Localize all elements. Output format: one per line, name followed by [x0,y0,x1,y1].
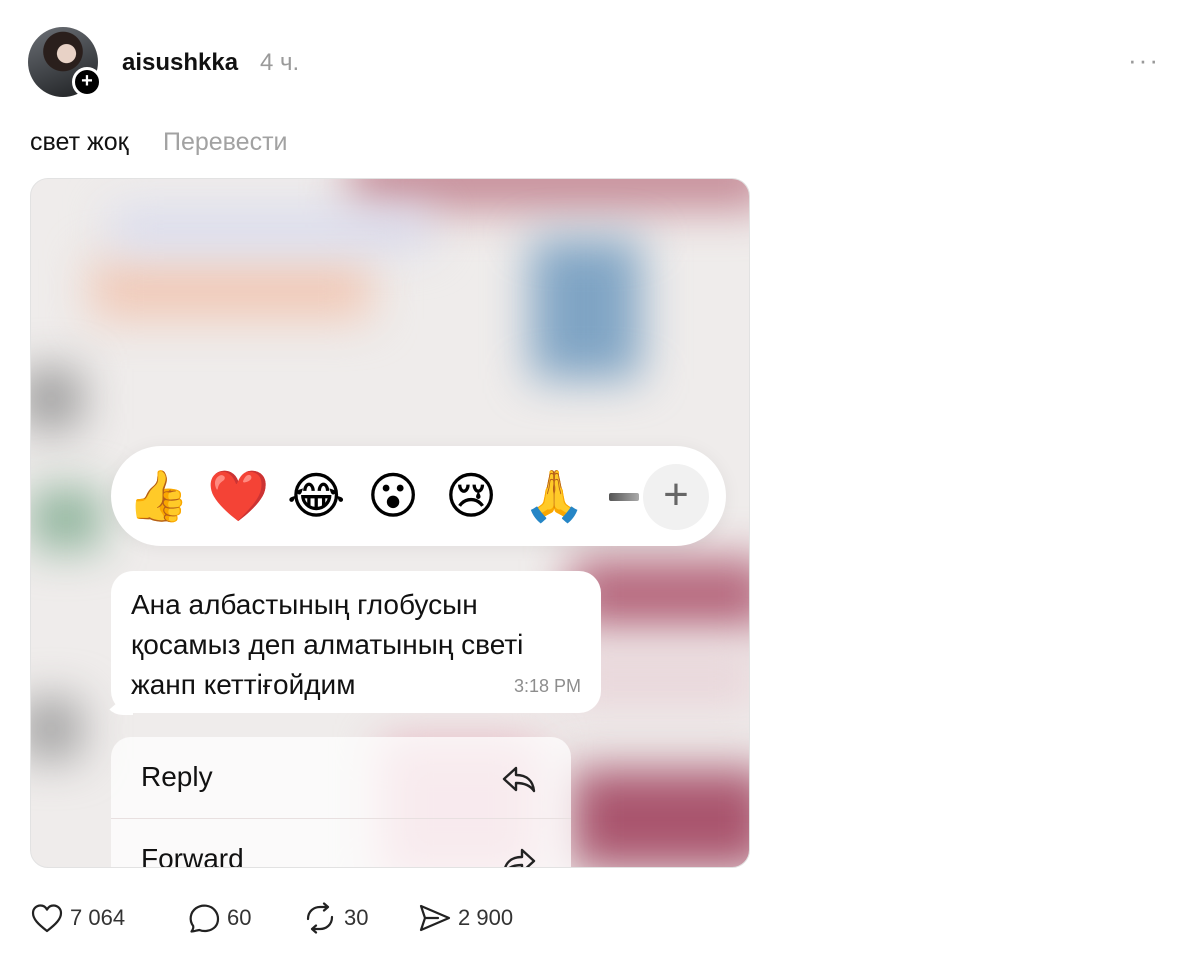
reaction-partial-emoji [609,493,639,501]
blurred-bg-shape [91,259,371,319]
share-button[interactable]: 2 900 [418,900,513,936]
follow-plus-icon[interactable]: + [72,67,102,97]
context-menu: Reply Forward [111,737,571,868]
reply-icon [502,766,536,793]
blurred-bg-shape [571,769,749,867]
heart-icon [31,904,63,933]
share-icon [419,904,451,932]
blurred-bg-shape [111,209,431,249]
message-time: 3:18 PM [513,676,581,696]
menu-item-label: Reply [141,761,213,792]
comment-icon [189,904,220,933]
like-count: 7 064 [70,905,126,930]
comment-count: 60 [227,905,252,930]
message-bubble[interactable]: Ана албастының глобусын қосамыз деп алма… [111,571,601,713]
forward-icon [504,848,536,867]
blurred-bg-shape [31,369,81,429]
menu-item-label: Forward [141,843,244,868]
post-time: 4 ч. [260,49,300,76]
add-reaction-button[interactable]: + [643,464,709,530]
comment-button[interactable]: 60 [187,900,251,936]
blurred-bg-shape [31,489,101,549]
menu-item-reply[interactable]: Reply [111,737,571,817]
surprised-emoji[interactable]: 😮 [367,468,419,524]
repost-count: 30 [344,905,369,930]
more-options-icon[interactable]: ··· [1128,45,1160,76]
repost-button[interactable]: 30 [302,900,368,936]
crying-emoji[interactable]: 😢 [445,468,497,524]
repost-icon [306,902,334,934]
reaction-bar: 👍 ❤️ 😂 😮 😢 🙏 + [111,446,726,546]
menu-item-forward[interactable]: Forward [111,819,571,868]
username[interactable]: aisushkka [122,49,238,77]
like-button[interactable]: 7 064 [30,900,125,936]
praying-hands-emoji[interactable]: 🙏 [523,468,585,524]
blurred-bg-shape [351,179,749,209]
laughing-emoji[interactable]: 😂 [287,468,345,524]
blurred-bg-shape [31,699,81,759]
post-media-image[interactable]: 👍 ❤️ 😂 😮 😢 🙏 + Ана албастының глобусын қ… [30,178,750,868]
heart-emoji[interactable]: ❤️ [207,468,269,524]
thumbs-up-emoji[interactable]: 👍 [127,468,189,524]
translate-link[interactable]: Перевести [163,128,288,157]
share-count: 2 900 [458,905,514,930]
blurred-bg-shape [531,239,641,379]
post-text: свет жоқ [30,128,129,156]
